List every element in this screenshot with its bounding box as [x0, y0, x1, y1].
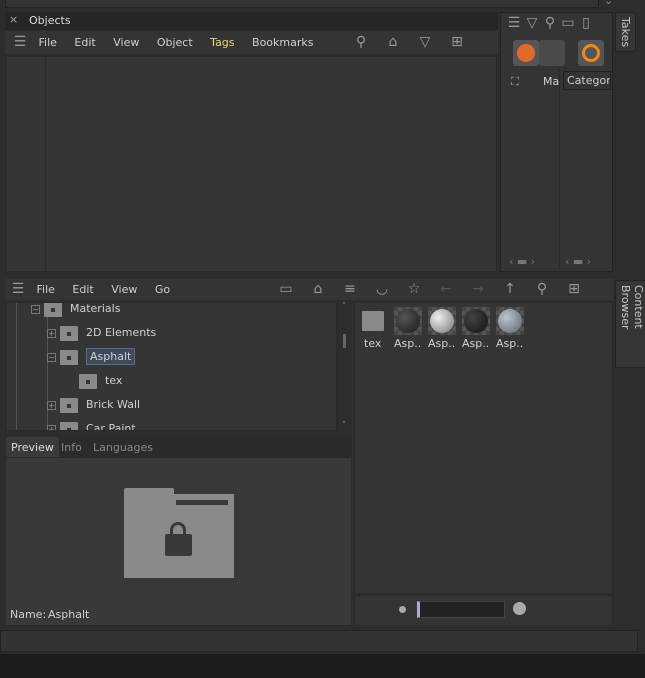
material-sphere [396, 309, 420, 333]
home-icon[interactable]: ⌂ [309, 279, 327, 300]
hamburger-icon[interactable]: ☰ [9, 279, 27, 300]
grid-item-material[interactable] [496, 307, 524, 335]
preview-name-value: Asphalt [48, 608, 90, 621]
objects-menu-bar: ☰ File Edit View Object Tags Bookmarks ⚲… [5, 31, 498, 54]
content-browser-tab[interactable]: Content Browser [615, 280, 645, 368]
menu-view[interactable]: View [111, 283, 137, 296]
folder-icon [60, 325, 78, 341]
filter-icon[interactable]: ▽ [523, 15, 541, 31]
category-column[interactable]: Category [563, 71, 611, 90]
objects-list[interactable] [6, 56, 497, 272]
content-browser-menu-bar: ☰ File Edit View Go ▭ ⌂ ≡ ◡ ☆ ← → ↑ ⚲ ⊞ [5, 279, 613, 300]
tab-info[interactable]: Info [61, 441, 82, 454]
grid-item-label[interactable]: tex [364, 337, 381, 350]
collapse-icon[interactable]: − [31, 304, 40, 314]
layout-icon[interactable]: ▭ [559, 15, 577, 31]
menu-view[interactable]: View [113, 36, 139, 49]
expand-icon[interactable]: + [47, 328, 56, 338]
back-icon[interactable]: ← [437, 279, 455, 300]
search-icon[interactable]: ⚲ [541, 15, 559, 31]
close-icon[interactable]: × [9, 13, 18, 26]
grid-item-label[interactable]: Asp.. [462, 337, 489, 350]
tree-item[interactable]: + Brick Wall [47, 395, 140, 415]
tab-languages[interactable]: Languages [93, 441, 153, 454]
forward-icon[interactable]: → [469, 279, 487, 300]
tree-item[interactable]: +2D Elements [47, 323, 156, 343]
zoom-large-icon[interactable] [513, 602, 526, 615]
preview-tabbar: Preview Info Languages [5, 435, 352, 457]
zoom-slider[interactable] [417, 601, 505, 618]
folder-open-icon [44, 303, 62, 317]
catalog-icon[interactable]: ◡ [373, 279, 391, 300]
material-sphere [464, 309, 488, 333]
menu-tags[interactable]: Tags [210, 36, 234, 49]
grid-item-label[interactable]: Asp.. [428, 337, 455, 350]
auto-take-button[interactable] [578, 40, 604, 66]
expand-icon[interactable]: + [47, 424, 56, 430]
window-icon[interactable]: ▯ [577, 15, 595, 31]
expand-icon[interactable]: + [47, 400, 56, 410]
focus-icon[interactable]: ⛶ [511, 75, 519, 89]
add-override-button[interactable] [539, 40, 565, 66]
folder-icon [60, 397, 78, 413]
folder-tree[interactable]: − Materials +2D Elements − Asphalt tex + Br… [6, 302, 337, 431]
settings-sliders-icon[interactable]: ≡ [341, 279, 359, 300]
search-icon[interactable]: ⚲ [352, 31, 370, 54]
grid-item-material[interactable] [394, 307, 422, 335]
grid-item-folder[interactable] [362, 311, 384, 331]
grid-item-label[interactable]: Asp.. [496, 337, 523, 350]
tree-item[interactable]: − Materials [31, 303, 120, 319]
grid-item-material[interactable] [462, 307, 490, 335]
menu-edit[interactable]: Edit [72, 283, 93, 296]
home-icon[interactable]: ⌂ [384, 31, 402, 54]
search-icon[interactable]: ⚲ [533, 279, 551, 300]
scroll-left-icon[interactable]: ‹ ▬ › [509, 255, 535, 268]
grid-item-material[interactable] [428, 307, 456, 335]
tab-preview[interactable]: Preview [6, 437, 59, 457]
new-window-icon[interactable]: ⊞ [565, 279, 583, 300]
takes-divider [559, 69, 560, 269]
menu-file[interactable]: File [37, 283, 55, 296]
collapse-icon[interactable]: − [47, 352, 56, 362]
tree-item[interactable]: + Car Paint [47, 419, 136, 430]
tree-scrollbar[interactable]: ˄ ˅ [338, 302, 350, 431]
locked-folder-icon [124, 488, 234, 578]
menu-object[interactable]: Object [157, 36, 193, 49]
new-window-icon[interactable]: ⊞ [448, 31, 466, 54]
scroll-right-icon[interactable]: ‹ ▬ › [565, 255, 591, 268]
preview-name-label: Name: [10, 608, 47, 621]
chevron-down-icon[interactable]: ⌄ [604, 0, 613, 7]
folder-icon [60, 421, 78, 430]
minimize-icon[interactable]: ▭ [277, 279, 295, 300]
material-sphere [498, 309, 522, 333]
column-divider [45, 57, 46, 271]
menu-edit[interactable]: Edit [74, 36, 95, 49]
bottom-strip [0, 654, 645, 678]
preview-area: Name: Asphalt [5, 457, 352, 626]
material-sphere [430, 309, 454, 333]
menu-go[interactable]: Go [155, 283, 170, 296]
status-bar [0, 630, 638, 652]
hamburger-icon[interactable]: ☰ [505, 15, 523, 31]
grid-item-label[interactable]: Asp.. [394, 337, 421, 350]
zoom-bar [354, 595, 613, 626]
folder-open-icon [60, 349, 78, 365]
objects-title-bar: × Objects [5, 12, 498, 30]
hamburger-icon[interactable]: ☰ [11, 31, 29, 54]
objects-title: Objects [29, 14, 71, 27]
tree-item[interactable]: tex [79, 371, 122, 391]
folder-icon [79, 373, 97, 389]
zoom-small-icon[interactable] [399, 606, 406, 613]
add-take-button[interactable] [513, 40, 539, 66]
takes-tab[interactable]: Takes [615, 12, 636, 53]
top-panel [5, 0, 599, 8]
up-icon[interactable]: ↑ [501, 279, 519, 300]
menu-file[interactable]: File [39, 36, 57, 49]
star-icon[interactable]: ☆ [405, 279, 423, 300]
takes-panel: ☰▽⚲▭▯ ⛶ Ma Category ‹ ▬ › ‹ ▬ › [500, 12, 613, 272]
filter-icon[interactable]: ▽ [416, 31, 434, 54]
menu-bookmarks[interactable]: Bookmarks [252, 36, 313, 49]
tree-item[interactable]: − Asphalt [47, 347, 136, 367]
take-tree-item[interactable]: Ma [543, 75, 559, 88]
